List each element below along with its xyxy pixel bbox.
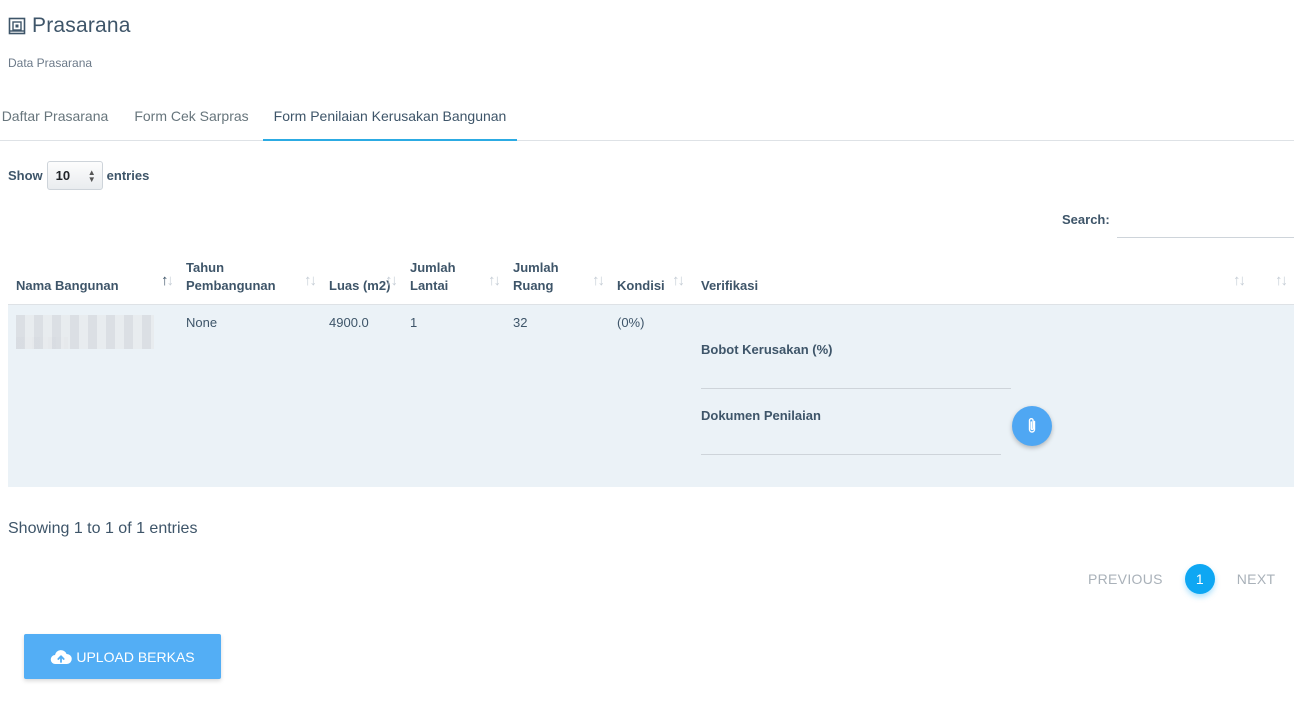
- previous-button[interactable]: PREVIOUS: [1088, 571, 1163, 587]
- cell-lantai: 1: [410, 314, 418, 330]
- cell-nama-bangunan: [8, 304, 178, 487]
- sort-icon: ↑↓: [304, 271, 317, 289]
- search-input[interactable]: [1116, 212, 1294, 238]
- column-header-kondisi[interactable]: Kondisi ↑↓: [609, 253, 693, 305]
- cell-extra-2: [1256, 304, 1294, 487]
- cell-luas: 4900.0: [329, 314, 369, 330]
- cloud-upload-icon: [50, 649, 73, 665]
- column-header-jumlah-lantai[interactable]: Jumlah Lantai ↑↓: [402, 253, 505, 305]
- tab-bar: Daftar Prasarana Form Cek Sarpras Form P…: [0, 96, 1294, 141]
- search-control: Search:: [1062, 212, 1294, 238]
- show-label: Show: [8, 168, 43, 183]
- search-label: Search:: [1062, 212, 1110, 227]
- table-info: Showing 1 to 1 of 1 entries: [8, 520, 198, 537]
- cell-extra-1: [1216, 304, 1256, 487]
- column-header-nama-bangunan[interactable]: Nama Bangunan ↑↓: [8, 253, 178, 305]
- bobot-label: Bobot Kerusakan (%): [701, 341, 833, 357]
- page-title: Prasarana: [32, 14, 131, 37]
- column-header-verifikasi[interactable]: Verifikasi: [693, 253, 1216, 305]
- upload-berkas-button[interactable]: UPLOAD BERKAS: [24, 634, 221, 679]
- tab-form-cek-sarpras[interactable]: Form Cek Sarpras: [130, 96, 253, 141]
- dokumen-label: Dokumen Penilaian: [701, 407, 821, 423]
- entries-select-value: 10: [55, 168, 71, 183]
- sort-icon: ↑↓: [385, 271, 398, 289]
- breadcrumb: Data Prasarana: [8, 56, 93, 70]
- dokumen-penilaian-input[interactable]: [701, 453, 1001, 455]
- sort-icon: ↑↓: [1275, 271, 1288, 289]
- column-header-extra-1[interactable]: ↑↓: [1216, 253, 1256, 305]
- sort-icon: ↑↓: [488, 271, 501, 289]
- cell-tahun: None: [186, 314, 218, 330]
- data-table: Nama Bangunan ↑↓ Tahun Pembangunan ↑↓ Lu…: [8, 253, 1294, 487]
- building-icon: [8, 17, 26, 35]
- tab-form-penilaian-kerusakan[interactable]: Form Penilaian Kerusakan Bangunan: [263, 96, 517, 141]
- column-header-extra-2[interactable]: ↑↓: [1256, 253, 1294, 305]
- page-header: Prasarana: [8, 14, 131, 38]
- sort-icon: ↑↓: [161, 271, 174, 289]
- bobot-kerusakan-input[interactable]: [701, 387, 1011, 389]
- column-header-tahun-pembangunan[interactable]: Tahun Pembangunan ↑↓: [178, 253, 321, 305]
- entries-select[interactable]: 10 ▲ ▼: [46, 161, 103, 190]
- page-button-1[interactable]: 1: [1184, 564, 1215, 594]
- table-row: None 4900.0 1 32 (0%) Bobot Kerusakan (%…: [8, 304, 1294, 487]
- cell-verifikasi: Bobot Kerusakan (%) Dokumen Penilaian: [693, 304, 1216, 487]
- select-arrows-icon: ▲ ▼: [87, 167, 96, 184]
- attach-file-button[interactable]: [1012, 405, 1052, 446]
- pagination: PREVIOUS 1 NEXT: [1088, 564, 1275, 594]
- tab-daftar-prasarana[interactable]: Daftar Prasarana: [0, 96, 110, 141]
- paperclip-icon: [1028, 417, 1036, 433]
- next-button[interactable]: NEXT: [1237, 571, 1276, 587]
- sort-icon: ↑↓: [592, 271, 605, 289]
- verifikasi-form: Bobot Kerusakan (%) Dokumen Penilaian: [701, 315, 1208, 475]
- redacted-text: [16, 314, 154, 349]
- sort-icon: ↑↓: [1233, 271, 1246, 289]
- column-header-luas[interactable]: Luas (m2) ↑↓: [321, 253, 402, 305]
- cell-ruang: 32: [513, 314, 528, 330]
- cell-kondisi: (0%): [617, 314, 645, 330]
- column-header-jumlah-ruang[interactable]: Jumlah Ruang ↑↓: [505, 253, 609, 305]
- entries-label: entries: [106, 168, 150, 183]
- sort-icon: ↑↓: [672, 271, 685, 289]
- upload-berkas-label: UPLOAD BERKAS: [76, 648, 195, 665]
- entries-length-control: Show 10 ▲ ▼ entries: [8, 161, 149, 190]
